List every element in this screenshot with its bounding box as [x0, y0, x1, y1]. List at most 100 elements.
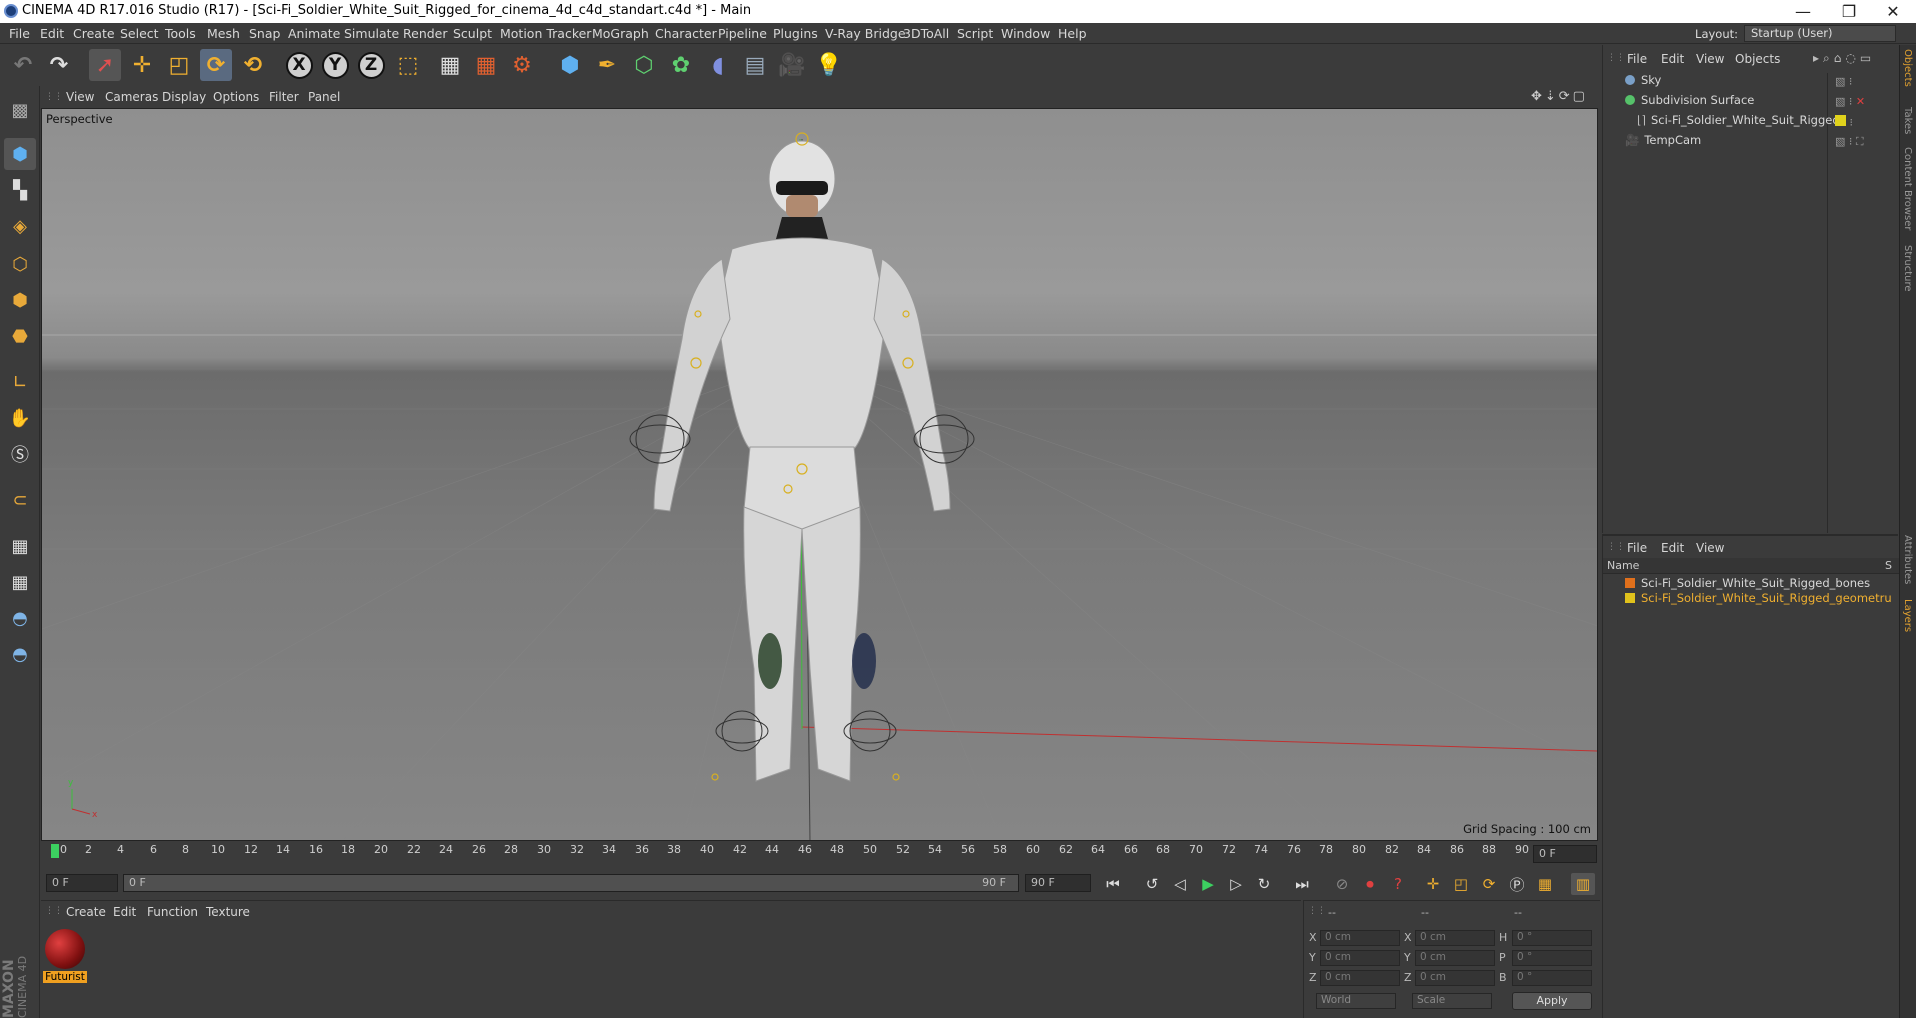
close-button[interactable]: ✕ — [1870, 0, 1916, 23]
viewport-menu-view[interactable]: View — [66, 90, 94, 104]
workplane-lock-icon[interactable]: ▦ — [4, 530, 36, 562]
python-icon[interactable]: ◓ — [4, 602, 36, 634]
deformer-icon[interactable]: ◖ — [702, 49, 734, 81]
coordinate-mode-dropdown[interactable]: World — [1316, 993, 1396, 1009]
tweak-mode-icon[interactable]: ✋ — [4, 402, 36, 434]
menu-simulate[interactable]: Simulate — [344, 26, 399, 41]
menu-sculpt[interactable]: Sculpt — [453, 26, 492, 41]
render-picture-viewer-icon[interactable]: ▦ — [470, 49, 502, 81]
viewport-menu-panel[interactable]: Panel — [308, 90, 340, 104]
menu-tools[interactable]: Tools — [165, 26, 196, 41]
size-x-field[interactable]: 0 cm — [1415, 930, 1495, 946]
z-axis-lock-icon[interactable]: Z — [355, 49, 387, 81]
object-row-tempcam[interactable]: 🎥 TempCam — [1603, 133, 1827, 151]
cloner-icon[interactable]: ✿ — [665, 49, 697, 81]
pos-y-field[interactable]: 0 cm — [1320, 950, 1400, 966]
material-swatch-futurist[interactable]: Futurist — [43, 927, 87, 985]
rot-b-field[interactable]: 0 ° — [1512, 970, 1592, 986]
python-script-icon[interactable]: ◓ — [4, 638, 36, 670]
render-view-icon[interactable]: ▦ — [434, 49, 466, 81]
tab-attributes[interactable]: Attributes — [1902, 535, 1913, 584]
timeline-ruler[interactable]: 0 2 4 6 8 10 12 14 16 18 20 22 24 26 28 … — [41, 842, 1601, 870]
timeline-window-icon[interactable]: ▥ — [1571, 873, 1595, 895]
scale-mode-dropdown[interactable]: Scale — [1412, 993, 1492, 1009]
playhead-marker[interactable] — [51, 844, 59, 858]
objects-menu-file[interactable]: File — [1627, 52, 1647, 66]
menu-select[interactable]: Select — [120, 26, 159, 41]
axis-mode-icon[interactable]: ∟ — [4, 366, 36, 398]
tab-content-browser[interactable]: Content Browser — [1902, 147, 1913, 230]
tab-takes[interactable]: Takes — [1902, 107, 1913, 134]
menu-script[interactable]: Script — [957, 26, 993, 41]
play-forward-icon[interactable]: ▶ — [1196, 873, 1220, 895]
record-parameter-icon[interactable]: Ⓟ — [1505, 873, 1529, 895]
menu-snap[interactable]: Snap — [249, 26, 280, 41]
go-to-start-icon[interactable]: ⏮ — [1101, 873, 1125, 895]
viewport-menu-filter[interactable]: Filter — [269, 90, 299, 104]
go-to-end-icon[interactable]: ⏭ — [1290, 873, 1314, 895]
object-row-soldier-rig[interactable]: ⌊⌉ Sci-Fi_Soldier_White_Suit_Rigged — [1603, 113, 1840, 131]
objects-menu-objects[interactable]: Objects — [1735, 52, 1780, 66]
menu-character[interactable]: Character — [655, 26, 717, 41]
menu-render[interactable]: Render — [403, 26, 448, 41]
edges-mode-icon[interactable]: ⬢ — [4, 284, 36, 316]
viewport-menu-display[interactable]: Display — [162, 90, 206, 104]
size-z-field[interactable]: 0 cm — [1415, 970, 1495, 986]
layer-color-icon[interactable]: ⁝ — [1835, 115, 1853, 129]
tab-structure[interactable]: Structure — [1902, 245, 1913, 292]
menu-window[interactable]: Window — [1001, 26, 1050, 41]
frame-range-slider[interactable]: 0 F 90 F — [123, 874, 1019, 892]
camera-tag-icon[interactable]: ▧ ⁝ ⛶ — [1835, 135, 1864, 149]
rotate-icon[interactable]: ⟳ — [200, 49, 232, 81]
menu-mesh[interactable]: Mesh — [207, 26, 240, 41]
layout-dropdown[interactable]: Startup (User) — [1744, 25, 1896, 42]
model-mode-icon[interactable]: ⬢ — [4, 138, 36, 170]
end-frame-field[interactable]: 90 F — [1025, 874, 1091, 892]
viewport-menu-cameras[interactable]: Cameras — [105, 90, 158, 104]
snap-icon[interactable]: ⊂ — [4, 484, 36, 516]
camera-icon[interactable]: 🎥 — [776, 49, 808, 81]
live-selection-icon[interactable]: ➚ — [89, 49, 121, 81]
viewport-menu-options[interactable]: Options — [213, 90, 259, 104]
pen-spline-icon[interactable]: ✒ — [591, 49, 623, 81]
layers-menu-view[interactable]: View — [1696, 541, 1724, 555]
apply-button[interactable]: Apply — [1512, 992, 1592, 1010]
material-menu-create[interactable]: Create — [66, 905, 106, 919]
record-scale-icon[interactable]: ◰ — [1449, 873, 1473, 895]
minimize-button[interactable]: — — [1780, 0, 1826, 23]
scale-icon[interactable]: ◰ — [163, 49, 195, 81]
light-icon[interactable]: 💡 — [813, 49, 845, 81]
y-axis-lock-icon[interactable]: Y — [319, 49, 351, 81]
menu-3dtoall[interactable]: 3DToAll — [903, 26, 949, 41]
current-frame-field[interactable]: 0 F — [1533, 845, 1597, 863]
menu-vray-bridge[interactable]: V-Ray Bridge — [825, 26, 906, 41]
menu-plugins[interactable]: Plugins — [773, 26, 818, 41]
layers-menu-edit[interactable]: Edit — [1661, 541, 1684, 555]
start-frame-field[interactable]: 0 F — [46, 874, 118, 892]
menu-mograph[interactable]: MoGraph — [592, 26, 649, 41]
record-position-icon[interactable]: ✛ — [1421, 873, 1445, 895]
make-editable-icon[interactable]: ▩ — [4, 94, 36, 126]
points-mode-icon[interactable]: ⬡ — [4, 248, 36, 280]
motion-record-icon[interactable]: ⊘ — [1330, 873, 1354, 895]
subdivision-icon[interactable]: ⬡ — [628, 49, 660, 81]
rot-p-field[interactable]: 0 ° — [1512, 950, 1592, 966]
workplane-mode-icon[interactable]: ◈ — [4, 210, 36, 242]
object-row-subdivision-surface[interactable]: Subdivision Surface — [1603, 93, 1827, 111]
floor-icon[interactable]: ▤ — [739, 49, 771, 81]
layer-name-column[interactable]: Name — [1607, 559, 1639, 572]
visibility-toggle-icon[interactable]: ▧ ⁝ ✕ — [1835, 95, 1865, 108]
rot-h-field[interactable]: 0 ° — [1512, 930, 1592, 946]
render-settings-icon[interactable]: ⚙ — [506, 49, 538, 81]
layers-menu-file[interactable]: File — [1627, 541, 1647, 555]
menu-help[interactable]: Help — [1058, 26, 1087, 41]
recent-tools-icon[interactable]: ⟲ — [237, 49, 269, 81]
material-menu-function[interactable]: Function — [147, 905, 198, 919]
record-rotation-icon[interactable]: ⟳ — [1477, 873, 1501, 895]
material-menu-edit[interactable]: Edit — [113, 905, 136, 919]
size-y-field[interactable]: 0 cm — [1415, 950, 1495, 966]
next-key-icon[interactable]: ↻ — [1252, 873, 1276, 895]
objects-toolbar-icons[interactable]: ▸⌕⌂◌▭ — [1813, 51, 1875, 66]
autokeying-icon[interactable]: ? — [1386, 873, 1410, 895]
menu-motion-tracker[interactable]: Motion Tracker — [500, 26, 591, 41]
